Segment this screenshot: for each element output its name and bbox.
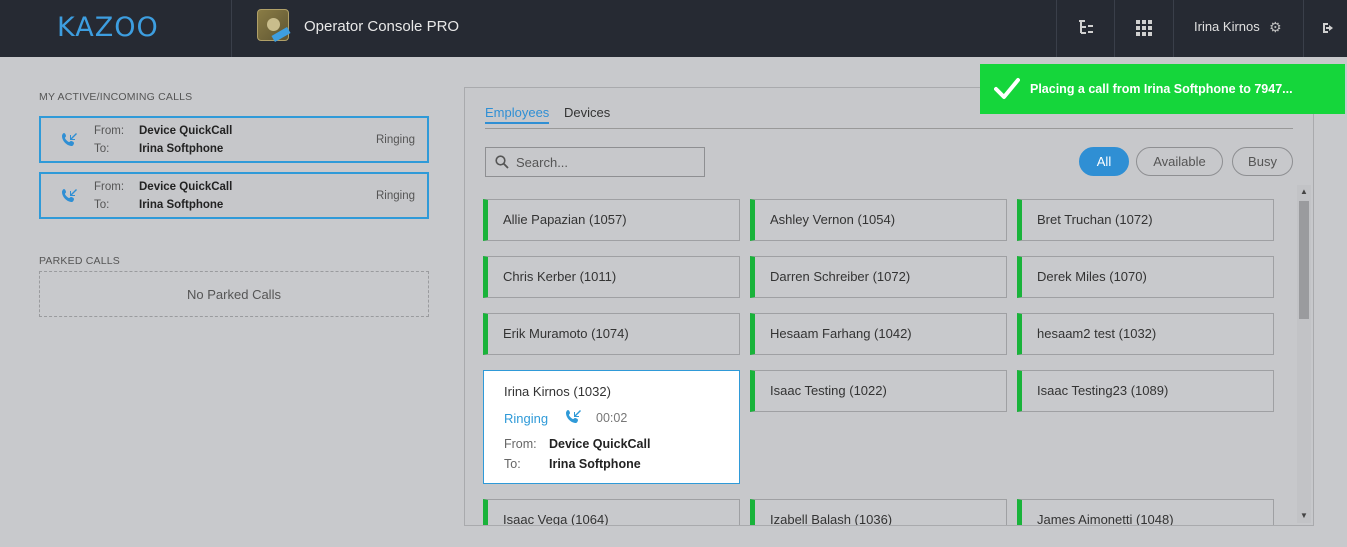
- top-bar: KAZOO Operator Console PRO Irina Kirnos …: [0, 0, 1347, 57]
- filter-available-button[interactable]: Available: [1136, 147, 1223, 176]
- toast-notification[interactable]: Placing a call from Irina Softphone to 7…: [980, 64, 1345, 114]
- call-from-label: From:: [94, 181, 125, 193]
- incoming-call-icon: [60, 187, 78, 210]
- employee-card[interactable]: Darren Schreiber (1072): [750, 256, 1007, 298]
- filter-all-button[interactable]: All: [1079, 147, 1129, 176]
- user-menu[interactable]: Irina Kirnos: [1194, 19, 1260, 34]
- call-to-value: Irina Softphone: [549, 457, 641, 471]
- incoming-call-icon: [60, 131, 78, 154]
- directory-panel: Employees Devices All Available Busy All…: [464, 87, 1314, 526]
- search-icon: [495, 155, 509, 174]
- employee-card[interactable]: Ashley Vernon (1054): [750, 199, 1007, 241]
- tab-employees[interactable]: Employees: [485, 105, 550, 124]
- kazoo-logo[interactable]: KAZOO: [57, 12, 159, 43]
- app-grid-icon[interactable]: [1133, 17, 1155, 39]
- active-call-card[interactable]: From: Device QuickCall To: Irina Softpho…: [39, 172, 429, 219]
- employee-name: Irina Kirnos (1032): [504, 384, 611, 399]
- active-calls-label: MY ACTIVE/INCOMING CALLS: [39, 91, 193, 103]
- employee-card[interactable]: James Aimonetti (1048): [1017, 499, 1274, 525]
- call-status: Ringing: [376, 134, 415, 146]
- call-to-label: To:: [94, 143, 110, 155]
- toast-message: Placing a call from Irina Softphone to 7…: [1030, 82, 1293, 96]
- scrollbar[interactable]: ▲ ▼: [1297, 185, 1311, 523]
- call-from-label: From:: [504, 437, 537, 451]
- call-from-label: From:: [94, 125, 125, 137]
- employee-card-expanded[interactable]: Irina Kirnos (1032) Ringing 00:02 From: …: [483, 370, 740, 484]
- parked-calls-label: PARKED CALLS: [39, 255, 120, 267]
- scroll-down-arrow-icon[interactable]: ▼: [1300, 511, 1308, 520]
- employee-card[interactable]: Isaac Testing23 (1089): [1017, 370, 1274, 412]
- divider: [1303, 0, 1304, 57]
- call-from-value: Device QuickCall: [549, 437, 651, 451]
- gear-icon[interactable]: ⚙: [1269, 19, 1282, 36]
- no-parked-calls-text: No Parked Calls: [187, 286, 281, 302]
- call-to-label: To:: [94, 199, 110, 211]
- search-input[interactable]: [516, 153, 696, 171]
- employee-card[interactable]: Bret Truchan (1072): [1017, 199, 1274, 241]
- employee-card[interactable]: Chris Kerber (1011): [483, 256, 740, 298]
- tab-underline: [485, 128, 1293, 129]
- app-icon-face: [267, 18, 280, 31]
- app-icon[interactable]: [257, 9, 291, 43]
- call-to-value: Irina Softphone: [139, 199, 224, 211]
- employee-card[interactable]: hesaam2 test (1032): [1017, 313, 1274, 355]
- filter-busy-button[interactable]: Busy: [1232, 147, 1293, 176]
- active-call-card[interactable]: From: Device QuickCall To: Irina Softpho…: [39, 116, 429, 163]
- divider: [1173, 0, 1174, 57]
- divider: [1114, 0, 1115, 57]
- app-title: Operator Console PRO: [304, 18, 460, 35]
- divider: [231, 0, 232, 57]
- logout-icon[interactable]: [1318, 17, 1340, 39]
- call-from-value: Device QuickCall: [139, 181, 233, 193]
- employee-card[interactable]: Derek Miles (1070): [1017, 256, 1274, 298]
- parked-calls-dropzone[interactable]: No Parked Calls: [39, 271, 429, 317]
- search-box[interactable]: [485, 147, 705, 177]
- checkmark-icon: [994, 76, 1020, 105]
- call-from-value: Device QuickCall: [139, 125, 233, 137]
- call-to-label: To:: [504, 457, 521, 471]
- employee-card[interactable]: Hesaam Farhang (1042): [750, 313, 1007, 355]
- incoming-call-icon: [564, 408, 582, 429]
- scroll-up-arrow-icon[interactable]: ▲: [1300, 187, 1308, 196]
- hierarchy-icon[interactable]: [1075, 17, 1097, 39]
- divider: [1056, 0, 1057, 57]
- employee-card[interactable]: Erik Muramoto (1074): [483, 313, 740, 355]
- tab-devices[interactable]: Devices: [564, 105, 610, 120]
- employee-card[interactable]: Izabell Balash (1036): [750, 499, 1007, 525]
- employee-card[interactable]: Isaac Vega (1064): [483, 499, 740, 525]
- scroll-thumb[interactable]: [1299, 201, 1309, 319]
- call-timer: 00:02: [596, 411, 628, 425]
- employee-card[interactable]: Allie Papazian (1057): [483, 199, 740, 241]
- employee-call-status: Ringing: [504, 411, 549, 426]
- call-status: Ringing: [376, 190, 415, 202]
- call-to-value: Irina Softphone: [139, 143, 224, 155]
- employee-card[interactable]: Isaac Testing (1022): [750, 370, 1007, 412]
